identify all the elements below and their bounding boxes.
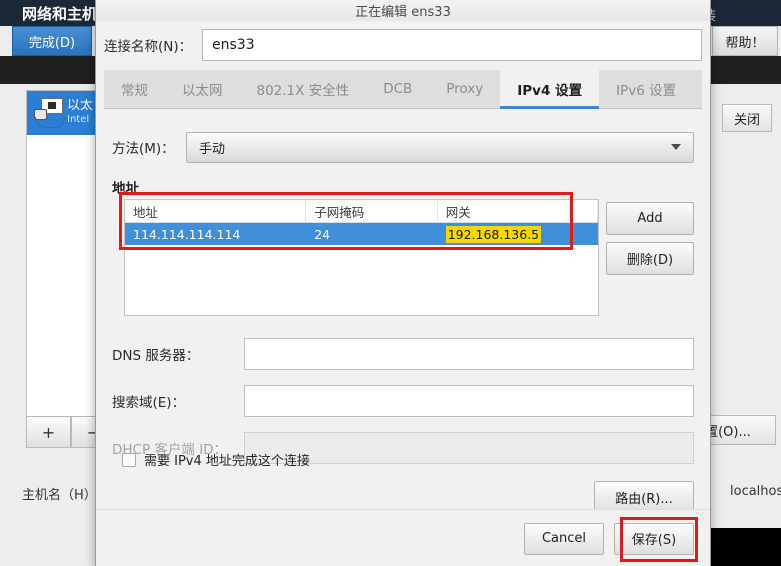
spoke-title: 网络和主机 [22,5,98,23]
column-header-address: 地址 [125,200,307,222]
add-address-button[interactable]: Add [606,202,694,235]
cell-gateway[interactable]: 192.168.136.5 [438,223,598,245]
column-header-netmask: 子网掩码 [306,200,438,222]
connection-name-input[interactable] [202,29,702,61]
column-header-gateway: 网关 [438,200,599,222]
ethernet-icon [33,97,67,129]
dhcp-client-id-input [244,431,694,464]
cell-netmask[interactable]: 24 [306,223,437,245]
tab-proxy[interactable]: Proxy [429,70,500,108]
method-row: 方法(M)： 手动 [112,131,694,163]
require-ipv4-label: 需要 IPv4 地址完成这个连接 [144,454,310,469]
tab-dcb[interactable]: DCB [366,70,429,108]
device-list[interactable]: 以太 Intel [26,90,104,422]
spoke-subbar-right [745,56,781,66]
tab-general[interactable]: 常规 [104,70,165,108]
search-domains-label: 搜索域(E)： [112,394,186,411]
tab-8021x-security[interactable]: 802.1X 安全性 [240,70,367,108]
cell-address[interactable]: 114.114.114.114 [125,223,306,245]
dns-label: DNS 服务器： [112,347,200,364]
dialog-titlebar: 正在编辑 ens33 [96,0,710,21]
device-name: 以太 [67,99,94,113]
dns-input[interactable] [244,337,694,370]
tab-bar: 常规 以太网 802.1X 安全性 DCB Proxy IPv4 设置 IPv6… [104,70,702,109]
method-dropdown[interactable]: 手动 [186,131,694,163]
device-vendor: Intel [67,114,90,125]
tab-ipv4-settings[interactable]: IPv4 设置 [500,70,600,109]
dialog-footer: Cancel 保存(S) [96,509,710,566]
dialog-title: 正在编辑 ens33 [355,4,451,20]
require-ipv4-row[interactable]: 需要 IPv4 地址完成这个连接 [122,450,310,469]
dialog-body: 连接名称(N)： 常规 以太网 802.1X 安全性 DCB Proxy IPv… [96,21,710,514]
done-button[interactable]: 完成(D) [12,26,92,56]
hostname-value[interactable]: localhost [730,484,781,499]
close-button[interactable]: 关闭 [722,104,772,132]
search-domains-row: 搜索域(E)： [112,384,694,417]
search-domains-input[interactable] [244,384,694,417]
dns-row: DNS 服务器： [112,337,694,370]
addresses-table[interactable]: 地址 子网掩码 网关 114.114.114.114 24 192.168.13… [124,199,599,316]
method-label: 方法(M)： [112,141,175,157]
edit-connection-dialog: 正在编辑 ens33 连接名称(N)： 常规 以太网 802.1X 安全性 DC… [95,0,711,566]
connection-name-row: 连接名称(N)： [104,28,702,62]
tab-ipv6-settings[interactable]: IPv6 设置 [599,70,693,108]
list-item[interactable]: 以太 Intel [27,91,103,135]
table-header-row: 地址 子网掩码 网关 [125,200,599,223]
hostname-label: 主机名（H） [22,488,97,503]
require-ipv4-checkbox[interactable] [122,452,136,467]
device-actions: + − [26,416,116,448]
save-button[interactable]: 保存(S) [614,522,694,555]
ipv4-settings-panel: 方法(M)： 手动 地址 地址 子网掩码 网关 114.114.114.114 [96,109,710,514]
method-value: 手动 [199,141,226,157]
screen: 网络和主机 安装 完成(D) 帮助！ 关闭 以太 Intel + − 置(O).… [0,0,781,566]
cancel-button[interactable]: Cancel [524,522,604,555]
connection-name-label: 连接名称(N)： [104,39,193,55]
tab-ethernet[interactable]: 以太网 [165,70,240,108]
add-device-button[interactable]: + [26,416,71,448]
addresses-title: 地址 [112,181,139,197]
chevron-down-icon [671,144,681,150]
delete-address-button[interactable]: 删除(D) [606,242,694,275]
gateway-highlight: 192.168.136.5 [445,225,542,243]
help-button[interactable]: 帮助！ [712,26,778,56]
table-row[interactable]: 114.114.114.114 24 192.168.136.5 [125,223,598,245]
